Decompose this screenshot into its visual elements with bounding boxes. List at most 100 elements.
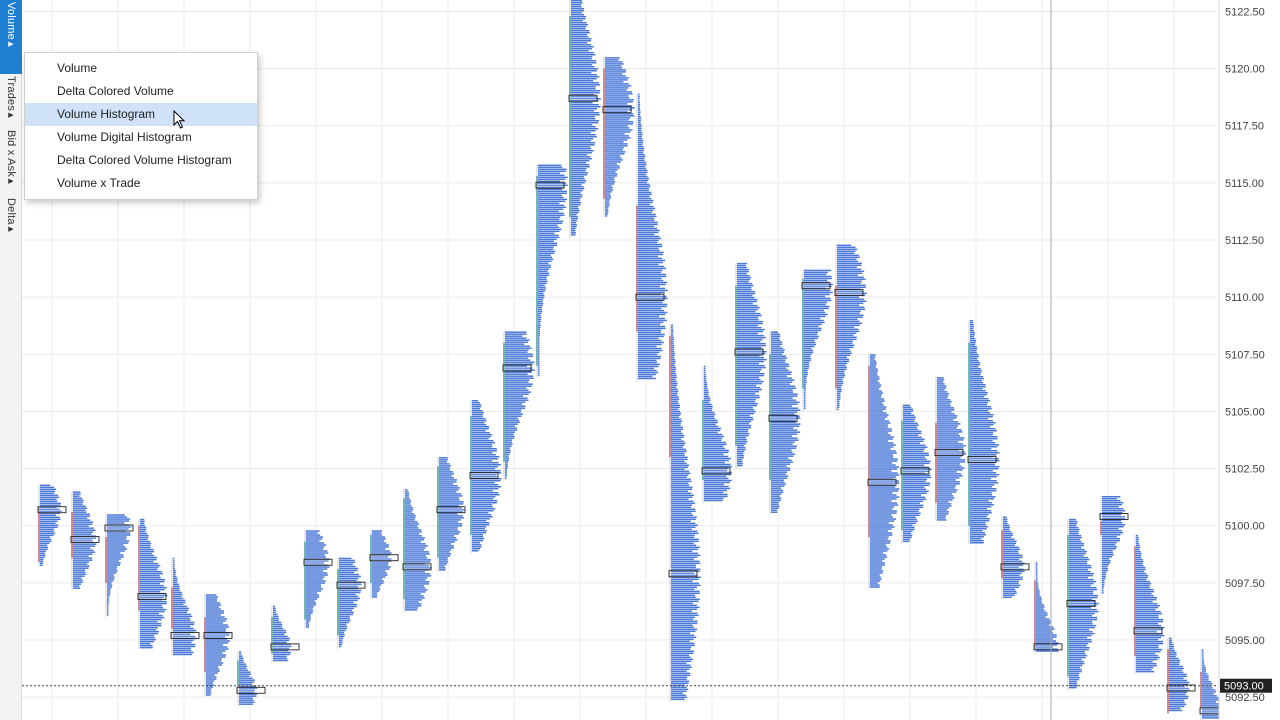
volume-histogram-row bbox=[1102, 552, 1114, 554]
volume-histogram-row bbox=[1102, 562, 1111, 564]
volume-histogram-row bbox=[671, 392, 678, 395]
volume-histogram-row bbox=[704, 395, 710, 398]
volume-histogram-row bbox=[571, 60, 597, 62]
volume-histogram-row bbox=[538, 226, 560, 229]
volume-histogram-row bbox=[638, 157, 645, 160]
volume-histogram-row bbox=[970, 492, 992, 494]
volume-histogram-row bbox=[206, 694, 211, 696]
volume-histogram-row bbox=[937, 507, 950, 509]
volume-histogram-row bbox=[671, 640, 690, 643]
volume-histogram-row bbox=[903, 448, 925, 451]
volume-histogram-row bbox=[140, 622, 162, 625]
price-tick-label: 5102.50 bbox=[1225, 464, 1265, 476]
volume-histogram-row bbox=[505, 437, 515, 439]
volume-histogram-row bbox=[571, 154, 588, 156]
price-tick-label: 5117.50 bbox=[1225, 121, 1264, 133]
volume-histogram-row bbox=[638, 329, 662, 332]
volume-histogram-row bbox=[140, 586, 167, 589]
volume-histogram-row bbox=[239, 667, 247, 669]
volume-histogram-row bbox=[903, 536, 912, 539]
volume-histogram-row bbox=[671, 624, 693, 627]
volume-histogram-row bbox=[737, 288, 752, 291]
menu-item-delta-colored-volume[interactable]: Delta Colored Volume bbox=[25, 80, 257, 103]
volume-histogram-row bbox=[704, 499, 723, 502]
menu-item-volume-histogram[interactable]: Volume Histogram bbox=[25, 103, 257, 126]
volume-histogram-row bbox=[571, 56, 593, 58]
volume-histogram-row bbox=[538, 298, 544, 301]
volume-histogram-row bbox=[1202, 655, 1204, 657]
volume-histogram-row bbox=[538, 248, 554, 251]
volume-histogram-row bbox=[140, 638, 156, 641]
menu-item-volume[interactable]: Volume bbox=[25, 57, 257, 80]
volume-histogram-row bbox=[804, 339, 815, 342]
volume-histogram-row bbox=[671, 630, 696, 633]
volume-histogram-row bbox=[671, 324, 674, 327]
volume-histogram-row bbox=[107, 520, 130, 522]
menu-item-volume-digital-histogram[interactable]: Volume Digital Histogram bbox=[25, 126, 257, 149]
volume-histogram-row bbox=[140, 532, 148, 535]
volume-histogram-row bbox=[804, 349, 814, 352]
volume-histogram-row bbox=[737, 422, 750, 425]
volume-histogram-row bbox=[605, 143, 628, 145]
volume-histogram-row bbox=[140, 616, 165, 619]
volume-histogram-row bbox=[1069, 648, 1089, 651]
volume-histogram-row bbox=[837, 356, 847, 359]
volume-histogram-row bbox=[771, 423, 801, 425]
volume-histogram-row bbox=[1069, 672, 1080, 675]
volume-histogram-row bbox=[638, 281, 668, 284]
volume-histogram-row bbox=[638, 237, 662, 240]
volume-histogram-row bbox=[472, 514, 492, 516]
volume-histogram-row bbox=[571, 142, 596, 144]
side-tab-delta[interactable]: Delta ▶ bbox=[0, 196, 22, 244]
volume-histogram-row bbox=[538, 280, 548, 283]
volume-histogram-row bbox=[771, 387, 797, 389]
volume-histogram-row bbox=[206, 686, 214, 688]
volume-histogram-row bbox=[107, 534, 131, 536]
menu-item-delta-colored-volume-histogram[interactable]: Delta Colored Volume Histogram bbox=[25, 149, 257, 172]
volume-histogram-row bbox=[505, 355, 533, 357]
volume-histogram-row bbox=[704, 419, 718, 422]
side-tab-trades-label: Trades bbox=[5, 76, 17, 112]
volume-histogram-row bbox=[970, 438, 998, 440]
poc-marker bbox=[402, 563, 432, 571]
volume-histogram-row bbox=[837, 326, 855, 329]
volume-histogram-row bbox=[671, 614, 699, 617]
volume-histogram-row bbox=[704, 477, 729, 480]
menu-item-volume-x-trade[interactable]: Volume x Trade bbox=[25, 172, 257, 195]
poc-marker bbox=[270, 643, 300, 651]
side-tab-trades[interactable]: Trades ▶ bbox=[0, 74, 22, 128]
volume-histogram-row bbox=[771, 491, 784, 493]
volume-histogram-row bbox=[671, 648, 691, 651]
volume-histogram-row bbox=[605, 155, 621, 157]
volume-histogram-row bbox=[970, 366, 979, 368]
volume-histogram-row bbox=[405, 509, 414, 511]
volume-histogram-row bbox=[605, 61, 623, 63]
volume-histogram-row bbox=[571, 88, 596, 90]
volume-histogram-row bbox=[140, 610, 165, 613]
volume-histogram-row bbox=[737, 392, 756, 395]
side-tab-volume[interactable]: Volume ▶ bbox=[0, 0, 22, 74]
volume-histogram-row bbox=[737, 266, 747, 269]
side-tab-bid-x-ask-label: Bid x Ask bbox=[5, 130, 17, 178]
volume-histogram-row bbox=[1136, 602, 1158, 605]
volume-histogram-row bbox=[804, 337, 818, 340]
volume-histogram-row bbox=[1003, 536, 1012, 539]
volume-histogram-row bbox=[1136, 636, 1162, 639]
volume-histogram-row bbox=[439, 501, 464, 503]
volume-histogram-row bbox=[671, 522, 696, 525]
side-tab-bid-x-ask[interactable]: Bid x Ask ▶ bbox=[0, 128, 22, 196]
volume-histogram-row bbox=[837, 246, 856, 249]
volume-histogram-row bbox=[571, 118, 596, 120]
volume-histogram-row bbox=[439, 553, 452, 555]
volume-histogram-row bbox=[671, 674, 691, 677]
volume-histogram-row bbox=[40, 524, 59, 527]
poc-marker bbox=[934, 449, 964, 457]
volume-histogram-row bbox=[970, 370, 983, 372]
volume-histogram-row bbox=[1003, 542, 1017, 545]
volume-histogram-row bbox=[638, 367, 654, 370]
volume-histogram-row bbox=[206, 618, 228, 620]
indicator-side-tabs: Volume ▶ Trades ▶ Bid x Ask ▶ Delta ▶ bbox=[0, 0, 22, 720]
volume-histogram-row bbox=[538, 276, 547, 279]
volume-histogram-row bbox=[140, 618, 162, 621]
volume-histogram-row bbox=[605, 171, 616, 173]
